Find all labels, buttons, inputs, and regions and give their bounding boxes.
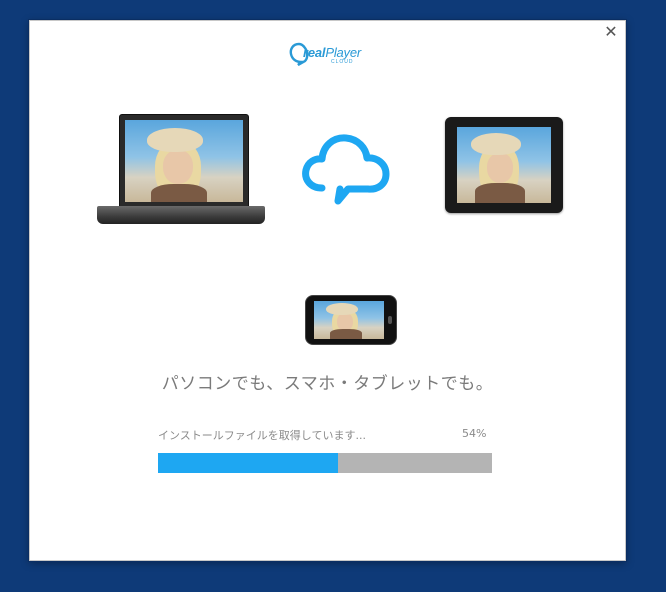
phone-photo [314, 301, 384, 339]
tagline: パソコンでも、スマホ・タブレットでも。 [161, 374, 494, 394]
realplayer-cloud-logo: realPlayer CLOUD [289, 42, 369, 68]
laptop-illustration [97, 114, 269, 229]
phone-button [388, 316, 392, 324]
logo-real: real [303, 45, 326, 60]
install-status-text: インストールファイルを取得しています... [158, 429, 366, 442]
progress-fill [158, 453, 339, 473]
laptop-photo [125, 120, 243, 202]
phone-illustration [305, 295, 397, 345]
installer-window: ✕ realPlayer CLOUD パソコンでも、スマホ・タブレットでも。 イ… [29, 20, 626, 561]
progress-bar [158, 453, 492, 473]
logo-text: realPlayer [303, 45, 361, 60]
laptop-screen [119, 114, 249, 208]
cloud-icon [302, 134, 390, 205]
laptop-keyboard-base [97, 206, 265, 224]
close-icon: ✕ [604, 22, 618, 41]
install-percent: 54% [462, 427, 487, 440]
logo-player: Player [325, 45, 361, 60]
logo-subtitle: CLOUD [331, 59, 354, 65]
tablet-photo [457, 127, 551, 203]
tablet-illustration [445, 117, 563, 213]
close-button[interactable]: ✕ [603, 24, 619, 40]
